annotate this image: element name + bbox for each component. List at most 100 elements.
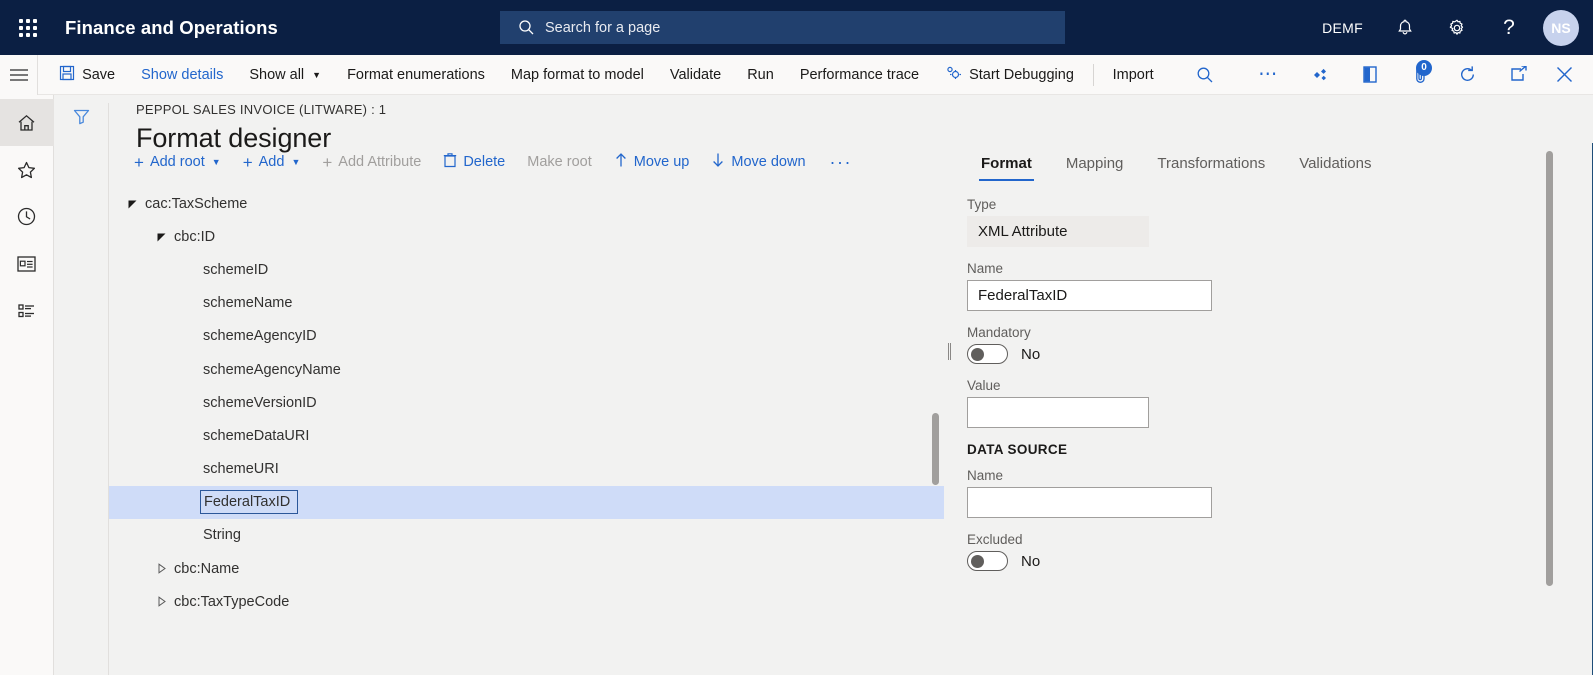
excluded-label: Excluded: [967, 532, 1023, 547]
move-up-label: Move up: [633, 154, 690, 170]
tab-mapping[interactable]: Mapping: [1050, 144, 1140, 182]
delete-button[interactable]: Delete: [432, 146, 516, 178]
tree-row[interactable]: schemeDataURI: [109, 419, 944, 452]
toggle-knob: [971, 554, 984, 568]
value-input[interactable]: [967, 397, 1149, 428]
tree-row[interactable]: FederalTaxID: [109, 485, 944, 519]
validate-button[interactable]: Validate: [657, 55, 734, 95]
tree-node-label: schemeDataURI: [203, 427, 310, 444]
app-launcher-icon[interactable]: [0, 0, 55, 55]
tree-node-label: schemeURI: [203, 461, 279, 478]
tab-format[interactable]: Format: [965, 144, 1048, 182]
type-value: XML Attribute: [967, 216, 1149, 247]
favorites-star-icon[interactable]: [0, 146, 54, 193]
popout-icon[interactable]: [1504, 55, 1533, 95]
office-apps-icon[interactable]: [1305, 55, 1334, 95]
add-root-label: Add root: [149, 154, 205, 170]
name-label: Name: [967, 261, 1004, 276]
arrow-down-icon: [711, 152, 725, 172]
make-root-button: Make root: [516, 146, 602, 178]
save-button[interactable]: Save: [46, 55, 128, 95]
tree-row[interactable]: schemeURI: [109, 453, 944, 486]
tree-overflow-button[interactable]: ···: [817, 146, 863, 178]
add-button[interactable]: + Add ▼: [232, 146, 312, 178]
import-label: Import: [1112, 66, 1154, 83]
datasource-name-input[interactable]: [967, 487, 1212, 518]
excluded-toggle[interactable]: [967, 551, 1008, 571]
expand-triangle-icon[interactable]: [150, 231, 172, 242]
hamburger-menu-icon[interactable]: [0, 54, 39, 95]
navigation-rail: [0, 95, 54, 675]
tree-row[interactable]: schemeAgencyName: [109, 353, 944, 386]
company-selector[interactable]: DEMF: [1306, 0, 1379, 55]
breadcrumb: PEPPOL SALES INVOICE (LITWARE) : 1: [136, 102, 387, 117]
mandatory-toggle[interactable]: [967, 344, 1008, 364]
overflow-ellipsis-icon[interactable]: ⋯: [1254, 55, 1283, 95]
run-button[interactable]: Run: [734, 55, 787, 95]
tree-row[interactable]: cbc:ID: [109, 220, 944, 253]
add-attribute-button: + Add Attribute: [311, 146, 432, 178]
avatar[interactable]: NS: [1543, 9, 1579, 46]
top-navigation-bar: Finance and Operations Search for a page…: [0, 0, 1593, 55]
home-icon[interactable]: [0, 99, 54, 146]
trash-icon: [443, 152, 457, 172]
tree-scrollbar-thumb[interactable]: [932, 413, 939, 485]
tree-row[interactable]: cac:TaxScheme: [109, 187, 944, 220]
details-scrollbar-thumb[interactable]: [1546, 151, 1553, 586]
tree-node-label: cbc:ID: [174, 228, 216, 245]
start-debugging-button[interactable]: Start Debugging: [932, 55, 1087, 95]
tab-validations[interactable]: Validations: [1283, 144, 1387, 182]
collapse-triangle-icon[interactable]: [150, 596, 172, 608]
attachments-icon[interactable]: 0: [1406, 55, 1435, 95]
show-details-button[interactable]: Show details: [128, 55, 236, 95]
tree-row[interactable]: schemeID: [109, 253, 944, 286]
tree-row[interactable]: String: [109, 519, 944, 552]
name-input[interactable]: FederalTaxID: [967, 280, 1212, 311]
open-in-office-icon[interactable]: [1356, 55, 1385, 95]
command-bar: Save Show details Show all ▼ Format enum…: [0, 54, 1593, 95]
map-format-to-model-label: Map format to model: [510, 66, 644, 83]
tree-node-label: cbc:Name: [174, 560, 240, 577]
expand-triangle-icon[interactable]: [121, 198, 143, 209]
start-debugging-label: Start Debugging: [969, 66, 1074, 83]
tree-row[interactable]: schemeAgencyID: [109, 320, 944, 353]
tree-row[interactable]: schemeVersionID: [109, 386, 944, 419]
modules-list-icon[interactable]: [0, 287, 54, 334]
add-root-button[interactable]: + Add root ▼: [123, 146, 232, 178]
tree-row[interactable]: schemeName: [109, 287, 944, 320]
top-bar-right-group: DEMF ? NS: [1306, 0, 1593, 55]
mandatory-label: Mandatory: [967, 325, 1031, 340]
show-all-dropdown[interactable]: Show all ▼: [236, 55, 334, 95]
attachment-count-badge: 0: [1416, 59, 1433, 76]
search-input[interactable]: Search for a page: [500, 11, 1065, 44]
add-attribute-label: Add Attribute: [338, 154, 422, 170]
refresh-icon[interactable]: [1453, 55, 1482, 95]
import-button[interactable]: Import: [1100, 55, 1167, 95]
tree-row[interactable]: cbc:TaxTypeCode: [109, 585, 944, 618]
collapse-triangle-icon[interactable]: [150, 563, 172, 574]
format-tree[interactable]: cac:TaxScheme cbc:ID schemeID schemeName sch…: [109, 181, 944, 675]
settings-gear-icon[interactable]: [1431, 0, 1483, 55]
overflow-ellipsis-icon: ···: [829, 151, 852, 172]
datasource-name-label: Name: [967, 468, 1004, 483]
pane-splitter[interactable]: [944, 143, 955, 675]
recent-clock-icon[interactable]: [0, 193, 54, 240]
performance-trace-button[interactable]: Performance trace: [787, 55, 932, 95]
notification-bell-icon[interactable]: [1379, 0, 1431, 55]
show-details-label: Show details: [141, 66, 224, 83]
tree-row[interactable]: cbc:Name: [109, 552, 944, 585]
close-icon[interactable]: [1550, 55, 1579, 95]
move-down-button[interactable]: Move down: [700, 146, 816, 178]
chevron-down-icon: ▼: [291, 157, 301, 167]
tree-node-label: schemeName: [203, 295, 293, 312]
tree-action-bar: + Add root ▼ + Add ▼ + Add Attribute Del…: [109, 143, 944, 181]
map-format-to-model-button[interactable]: Map format to model: [498, 55, 657, 95]
format-enumerations-button[interactable]: Format enumerations: [334, 55, 498, 95]
tree-node-name-editor[interactable]: FederalTaxID: [200, 490, 299, 515]
tab-transformations[interactable]: Transformations: [1141, 144, 1281, 182]
search-icon[interactable]: [1191, 55, 1220, 95]
workspaces-icon[interactable]: [0, 240, 54, 287]
move-up-button[interactable]: Move up: [603, 146, 701, 178]
help-question-icon[interactable]: ?: [1483, 0, 1535, 55]
filter-funnel-icon[interactable]: [54, 103, 108, 126]
